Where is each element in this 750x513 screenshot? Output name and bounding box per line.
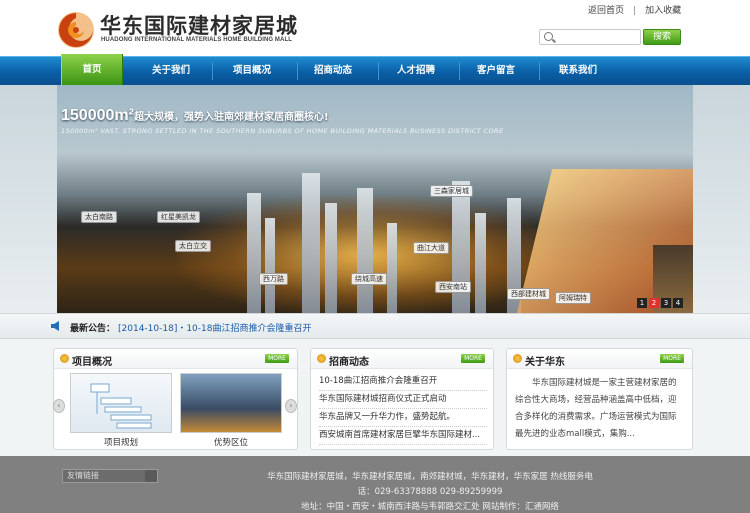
tower [302,173,320,313]
banner-slideshow[interactable]: 150000m²超大规模，强势入驻南郊建材家居商圈核心! 150000m² VA… [57,85,693,313]
pager-dot-active[interactable]: 2 [649,298,659,308]
panel-title: 项目概况 [72,357,112,368]
panel-header: 招商动态 MORE [311,349,493,369]
map-tag: 西安南站 [435,281,471,293]
nav-item-contact[interactable]: 联系我们 [540,57,616,85]
map-tag: 阿姆瑞特 [555,292,591,304]
map-tag: 西部建材城 [507,288,550,300]
news-ticker: 最新公告： [2014-10-18]・10-18曲江招商推介会隆重召开 [0,313,750,339]
bullet-icon [513,354,522,363]
home-link[interactable]: 返回首页 [588,3,624,16]
footer-address: 地址：中国・西安・城南西沣路与韦郭路交汇处 网站制作：汇通网络 [301,502,559,512]
tower [265,218,275,313]
logo-swirl-icon[interactable] [56,10,96,50]
news-item[interactable]: 西安城南首席建材家居巨擘华东国际建材... [319,427,487,445]
panel-header: 关于华东 MORE [507,349,692,369]
slide-pager: 1234 [637,298,685,308]
nav-item-jobs[interactable]: 人才招聘 [378,57,454,85]
panel-title: 关于华东 [525,357,565,368]
search-button[interactable]: 搜索 [643,29,681,45]
site-header: 华东国际建材家居城 HUADONG INTERNATIONAL MATERIAL… [0,0,750,56]
more-button[interactable]: MORE [461,354,485,363]
tower [452,181,470,313]
site-footer: 友情链接 华东国际建材家居城，华东建材家居城，南郊建材城，华东建材，华东家居 热… [0,456,750,513]
top-links: 返回首页 | 加入收藏 [588,3,681,16]
panel-header: 项目概况 MORE [54,349,297,369]
thumb-caption: 项目规划 [103,438,138,448]
more-button[interactable]: MORE [265,354,289,363]
favorite-link[interactable]: 加入收藏 [645,3,681,16]
nav-item-news[interactable]: 招商动态 [295,57,371,85]
prev-arrow-icon[interactable]: ‹ [53,399,65,413]
divider: | [633,6,637,16]
banner-subtitle: 150000m² VAST, STRONG SETTLED IN THE SOU… [61,127,504,135]
site-plan-diagram [90,383,152,429]
panel-title: 招商动态 [329,357,369,368]
nav-item-home[interactable]: 首页 [61,54,123,85]
search-icon [544,32,553,41]
location-thumb[interactable] [180,373,282,433]
tower [387,223,397,313]
map-tag: 太白立交 [175,240,211,252]
news-item[interactable]: 华东国际建材城招商仪式正式启动 [319,391,487,409]
tower [357,188,373,313]
nav-item-project[interactable]: 项目概况 [214,57,290,85]
pager-dot[interactable]: 3 [661,298,671,308]
main-nav: 首页 关于我们 项目概况 招商动态 人才招聘 客户留言 联系我们 [0,54,750,85]
next-arrow-icon[interactable]: › [285,399,297,413]
nav-divider [212,62,213,80]
tower [325,203,337,313]
news-list: 10-18曲江招商推介会隆重召开 华东国际建材城招商仪式正式启动 华东品牌又一升… [319,373,487,445]
bullet-icon [60,354,69,363]
project-panel: 项目概况 MORE ‹ 项目规划 优势区位 › [53,348,298,450]
banner-area: 150000m²超大规模，强势入驻南郊建材家居商圈核心! 150000m² VA… [0,85,750,313]
ticker-link[interactable]: [2014-10-18]・10-18曲江招商推介会隆重召开 [118,321,311,334]
nav-item-about[interactable]: 关于我们 [133,57,209,85]
logo-title: 华东国际建材家居城 [100,14,298,38]
logo-subtitle: HUADONG INTERNATIONAL MATERIALS HOME BUI… [101,37,292,43]
project-thumb[interactable] [70,373,172,433]
map-tag: 三森家居城 [430,185,473,197]
thumb-caption: 优势区位 [213,438,248,448]
tower [247,193,261,313]
footer-line: 华东国际建材家居城，华东建材家居城，南郊建材城，华东建材，华东家居 热线服务电 [267,472,593,482]
megaphone-icon [51,321,59,331]
search-input[interactable] [539,29,641,45]
map-tag: 绕城高速 [351,273,387,285]
news-item[interactable]: 10-18曲江招商推介会隆重召开 [319,373,487,391]
footer-phone: 话：029-63378888 029-89259999 [357,487,503,497]
about-panel: 关于华东 MORE 华东国际建材城是一家主营建材家居的综合性大商场，经营品种涵盖… [506,348,693,450]
pager-dot[interactable]: 4 [673,298,683,308]
map-tag: 西万路 [259,273,288,285]
about-text: 华东国际建材城是一家主营建材家居的综合性大商场，经营品种涵盖高中低档，迎合多样化… [515,378,677,439]
more-button[interactable]: MORE [660,354,684,363]
ticker-label: 最新公告： [70,324,116,334]
news-item[interactable]: 华东品牌又一升华力作，盛势起航。 [319,409,487,427]
nav-item-message[interactable]: 客户留言 [458,57,534,85]
banner-title: 150000m²超大规模，强势入驻南郊建材家居商圈核心! [61,107,329,124]
content-area: 项目概况 MORE ‹ 项目规划 优势区位 › 招商动态 MORE 10-18曲… [0,339,750,456]
tower [475,213,486,313]
friend-links-select[interactable]: 友情链接 [62,469,158,483]
map-tag: 太白南路 [81,211,117,223]
bullet-icon [317,354,326,363]
map-tag: 曲江大道 [413,242,449,254]
news-panel: 招商动态 MORE 10-18曲江招商推介会隆重召开 华东国际建材城招商仪式正式… [310,348,494,450]
pager-dot[interactable]: 1 [637,298,647,308]
map-tag: 红星美凯龙 [157,211,200,223]
